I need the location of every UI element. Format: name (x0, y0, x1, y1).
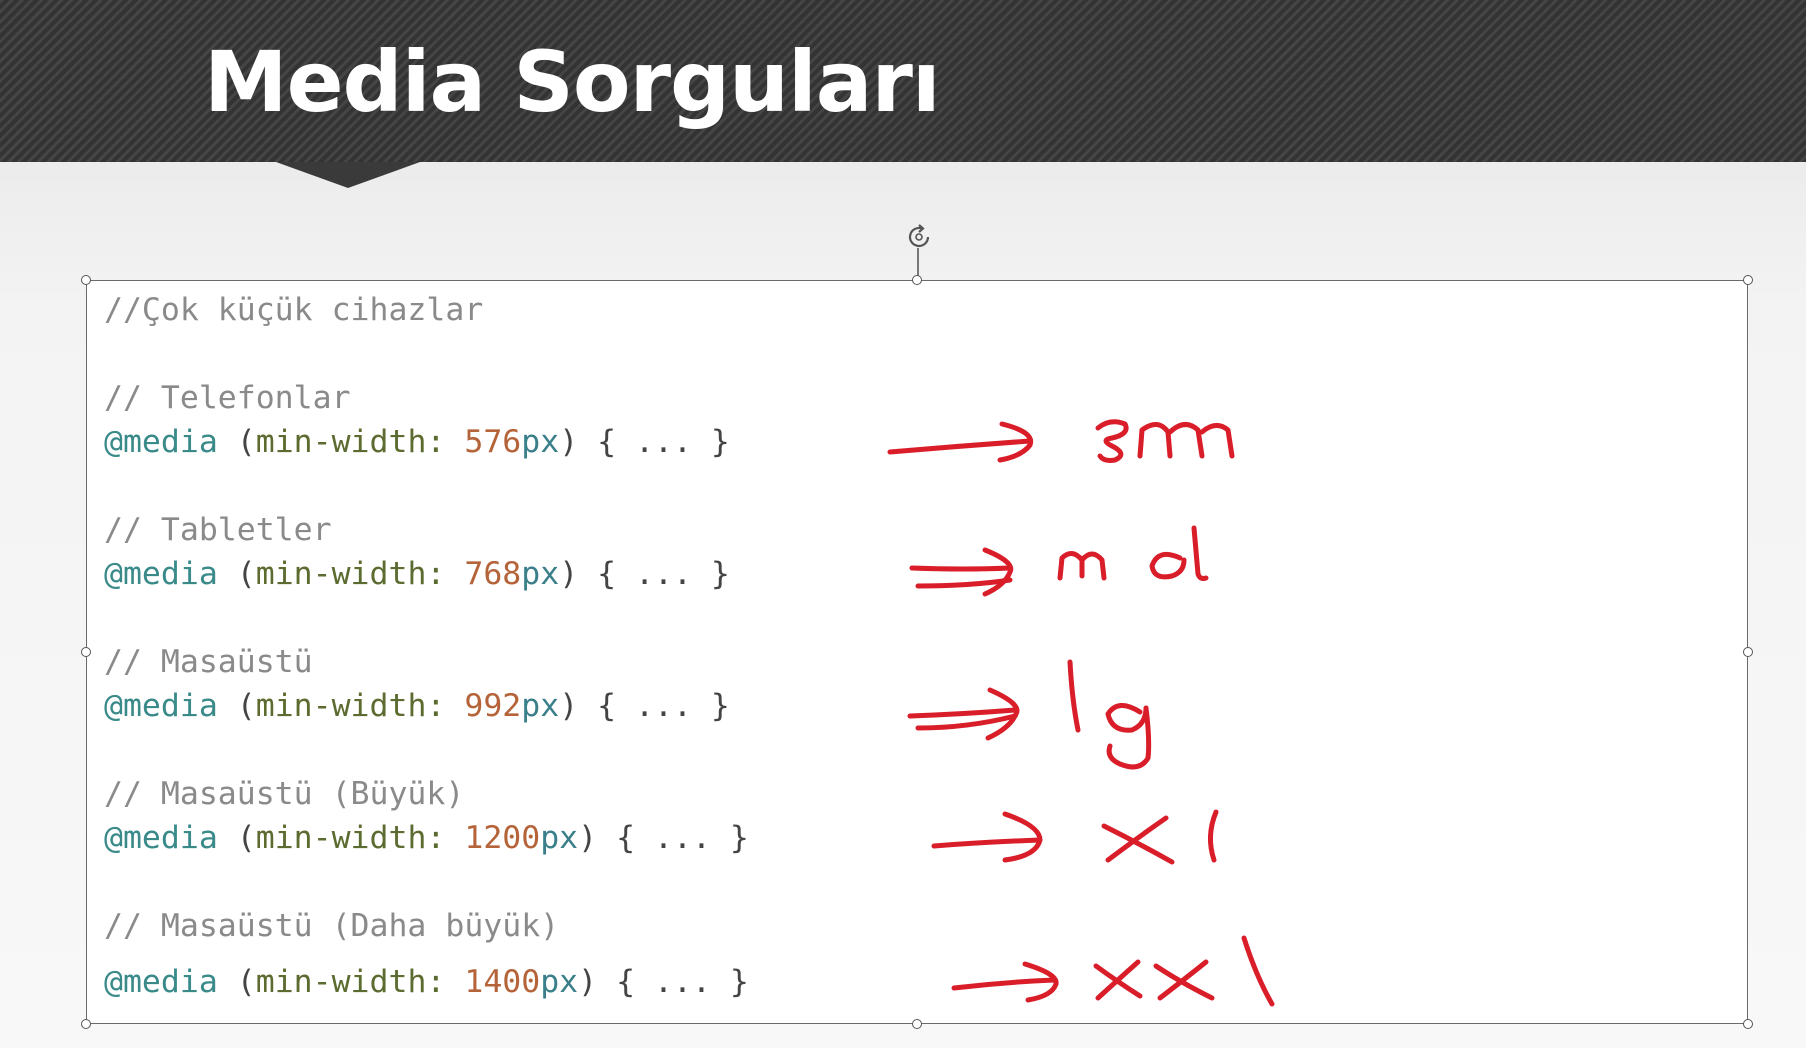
annotation-text-lg (1067, 659, 1081, 733)
annotation-text-xl (1101, 815, 1175, 865)
annotation-md: md (909, 525, 1209, 597)
annotation-arrow (887, 438, 1033, 455)
annotation-sm: sm (887, 419, 1235, 463)
handwritten-annotations: sm md lg xl xxl (887, 419, 1275, 1007)
annotation-text-xxl (1093, 959, 1143, 1001)
annotation-lg: lg (907, 659, 1152, 770)
annotation-arrow (951, 977, 1058, 991)
annotation-arrow (931, 837, 1043, 849)
annotation-text-md (1057, 551, 1107, 581)
annotation-xxl: xxl (951, 935, 1275, 1007)
annotation-arrow (909, 565, 1013, 589)
annotation-xl: xl (931, 809, 1219, 865)
annotation-text-sm (1095, 419, 1129, 463)
annotation-arrow (907, 707, 1018, 731)
